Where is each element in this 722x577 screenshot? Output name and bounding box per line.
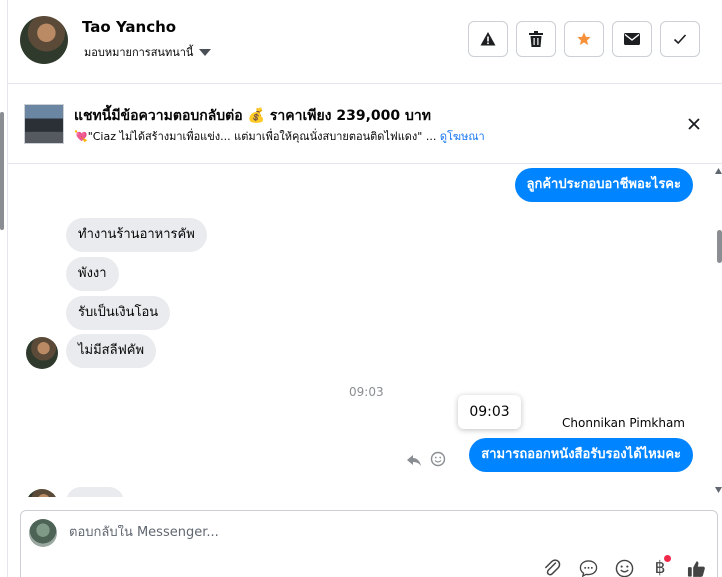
contact-avatar[interactable] <box>20 16 68 64</box>
incoming-message[interactable] <box>66 487 124 497</box>
scroll-up-arrow-icon[interactable] <box>715 168 722 174</box>
incoming-message[interactable]: ไม่มีสลีฟคัพ <box>66 334 157 368</box>
emoji-icon <box>615 559 633 577</box>
left-edge-panel <box>0 0 8 577</box>
react-emoji-icon[interactable] <box>430 451 446 467</box>
emoji-button[interactable] <box>613 557 635 577</box>
caret-down-icon <box>199 48 212 56</box>
sender-avatar <box>26 489 58 497</box>
ad-title: แชทนี้มีข้อความตอบกลับต่อ 💰 ราคาเพียง 23… <box>74 108 432 124</box>
ad-thumbnail[interactable] <box>24 104 64 144</box>
delete-button[interactable] <box>516 21 556 57</box>
assign-label: มอบหมายการสนทนานี้ <box>84 46 194 59</box>
star-icon <box>577 32 591 45</box>
like-button[interactable] <box>685 557 707 577</box>
check-icon <box>673 34 687 45</box>
message-timestamp: 09:03 <box>349 385 384 399</box>
attach-button[interactable] <box>541 557 563 577</box>
warning-icon <box>480 32 496 46</box>
mark-done-button[interactable] <box>660 21 700 57</box>
close-icon <box>688 118 700 130</box>
payment-button[interactable]: ฿ <box>649 555 671 577</box>
outgoing-message[interactable]: ลูกค้าประกอบอาชีพอะไรคะ <box>514 168 693 202</box>
thread-scrollbar-track[interactable] <box>712 165 722 497</box>
outgoing-message[interactable]: สามารถออกหนังสือรับรองได้ไหมคะ <box>469 438 693 472</box>
assign-conversation-dropdown[interactable]: มอบหมายการสนทนานี้ <box>84 43 212 61</box>
incoming-message[interactable]: พังงา <box>66 257 119 291</box>
ad-description-line: 💘"Ciaz ไม่ได้สร้างมาเพื่อแข่ง... แต่มาเพ… <box>74 127 485 145</box>
header-actions <box>468 21 700 57</box>
conversation-header: Tao Yancho มอบหมายการสนทนานี้ <box>8 0 722 84</box>
incoming-message[interactable]: รับเป็นเงินโอน <box>66 296 171 330</box>
envelope-icon <box>624 33 640 45</box>
saved-replies-button[interactable] <box>577 557 599 577</box>
star-button[interactable] <box>564 21 604 57</box>
ad-reply-banner: แชทนี้มีข้อความตอบกลับต่อ 💰 ราคาเพียง 23… <box>8 85 722 164</box>
saved-reply-icon <box>579 559 597 577</box>
report-button[interactable] <box>468 21 508 57</box>
reply-icon[interactable] <box>406 452 422 468</box>
scroll-down-arrow-icon[interactable] <box>715 487 722 493</box>
attachment-icon <box>545 559 561 576</box>
page-avatar <box>29 519 57 547</box>
composer-toolbar: ฿ <box>541 555 707 577</box>
left-scrollbar[interactable] <box>0 112 4 230</box>
message-thread: ลูกค้าประกอบอาชีพอะไรคะ ทำงานร้านอาหารคั… <box>8 165 712 497</box>
sender-avatar <box>26 337 58 369</box>
baht-payment-icon: ฿ <box>654 558 666 577</box>
notification-dot <box>664 555 671 562</box>
sender-name: Chonnikan Pimkham <box>562 416 685 430</box>
thread-scrollbar-thumb[interactable] <box>717 230 722 263</box>
view-ad-link[interactable]: ดูโฆษณา <box>440 130 485 143</box>
ad-description: 💘"Ciaz ไม่ได้สร้างมาเพื่อแข่ง... แต่มาเพ… <box>74 130 437 143</box>
mark-unread-button[interactable] <box>612 21 652 57</box>
close-banner-button[interactable] <box>685 115 703 133</box>
message-composer: ฿ <box>20 510 718 577</box>
reply-input[interactable] <box>69 525 569 540</box>
incoming-message[interactable]: ทำงานร้านอาหารคัพ <box>66 218 207 252</box>
trash-icon <box>529 31 543 47</box>
time-tooltip: 09:03 <box>458 395 521 429</box>
contact-name[interactable]: Tao Yancho <box>82 18 176 36</box>
thumbs-up-icon <box>687 560 705 577</box>
